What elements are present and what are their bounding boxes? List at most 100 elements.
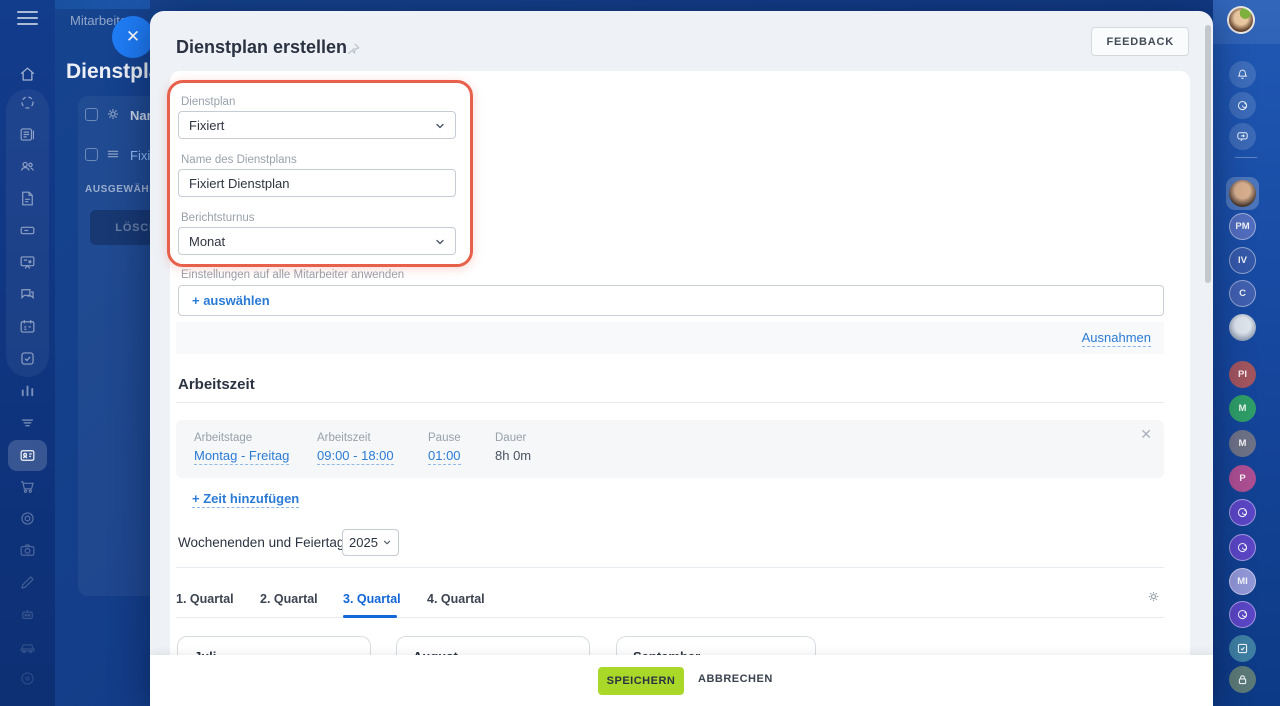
modal-content-card: Dienstplan Fixiert Name des Dienstplans … [167,71,1190,706]
arbeitstage-value[interactable]: Montag - Freitag [194,448,290,465]
name-des-dienstplans-input[interactable]: Fixiert Dienstplan [178,169,456,197]
save-button[interactable]: SPEICHERN [598,667,684,695]
top-bar [55,0,150,9]
status-circle-icon[interactable] [18,93,37,112]
chevron-down-icon [382,537,392,548]
app-screen: Mitarbeiter Dienstpläne Name Fixiert AUS… [0,0,1280,706]
schedule-table-panel [78,96,150,596]
chat-icon[interactable] [18,285,37,304]
contact-avatar[interactable]: C [1229,280,1256,307]
berichtsturnus-select-value: Monat [189,233,226,249]
app-spiral-icon[interactable] [1229,499,1256,526]
tab-quartal-4[interactable]: 4. Quartal [427,592,485,606]
arbeitszeit-value[interactable]: 09:00 - 18:00 [317,448,394,465]
tasks-icon[interactable] [18,349,37,368]
drag-handle-icon[interactable] [105,146,121,162]
news-feed-icon[interactable] [18,125,37,144]
bar-chart-icon[interactable] [18,381,37,400]
active-contact-highlight[interactable] [1226,177,1259,210]
hamburger-menu-icon[interactable] [17,11,38,25]
employee-choose-box[interactable]: + auswählen [178,285,1164,316]
contact-avatar[interactable]: MI [1229,568,1256,595]
remove-row-icon[interactable]: ✕ [1140,426,1152,443]
left-sidebar [0,0,55,706]
schedule-id-card-icon[interactable] [18,446,37,465]
table-row-fixiert[interactable]: Fixiert [130,148,150,163]
target-icon[interactable] [18,509,37,528]
dauer-value: 8h 0m [495,448,532,463]
col-label-pause: Pause [428,432,461,444]
team-icon[interactable] [18,157,37,176]
close-icon[interactable]: ✕ [112,16,154,58]
field-label-name: Name des Dienstplans [181,154,297,166]
user-avatar[interactable] [1227,6,1255,34]
contact-avatar[interactable]: P [1229,465,1256,492]
choose-button[interactable]: + auswählen [192,293,270,308]
tab-quartal-3[interactable]: 3. Quartal [343,592,401,606]
col-label-dauer: Dauer [495,432,527,444]
exceptions-band: Ausnahmen [176,322,1164,354]
home-icon[interactable] [18,65,37,84]
modal-footer: SPEICHERN ABBRECHEN [150,655,1213,706]
contact-avatar[interactable]: M [1229,395,1256,422]
divider [176,567,1164,568]
table-gear-icon[interactable] [105,106,121,122]
tab-quartal-2[interactable]: 2. Quartal [260,592,318,606]
add-time-link[interactable]: + Zeit hinzufügen [192,491,300,508]
pin-icon[interactable] [346,42,361,57]
modal-scrollbar [1205,23,1211,703]
tasks-app-icon[interactable] [1229,635,1256,662]
chevron-down-icon [434,236,446,248]
contact-avatar[interactable]: PM [1229,213,1256,240]
berichtsturnus-select[interactable]: Monat [178,227,456,255]
app-spiral-icon[interactable] [1229,601,1256,628]
worktime-row: Arbeitstage Montag - Freitag Arbeitszeit… [176,420,1164,478]
apps-spiral-icon[interactable] [1229,92,1256,119]
filter-icon[interactable] [18,413,37,432]
apply-to-all-label: Einstellungen auf alle Mitarbeiter anwen… [181,269,405,281]
app-spiral-icon[interactable] [1229,534,1256,561]
col-label-arbeitszeit: Arbeitszeit [317,432,371,444]
divider [176,402,1164,403]
camera-icon[interactable] [18,541,37,560]
weekends-label: Wochenenden und Feiertage [178,535,352,550]
cancel-button[interactable]: ABBRECHEN [698,673,773,685]
document-icon[interactable] [18,189,37,208]
pencil-icon[interactable] [18,573,37,592]
dienstplan-select[interactable]: Fixiert [178,111,456,139]
contact-avatar[interactable]: M [1229,430,1256,457]
scrollbar-thumb[interactable] [1205,25,1211,283]
sidebar-divider [1235,157,1257,158]
car-icon[interactable] [18,637,37,656]
contact-avatar-photo[interactable] [1229,180,1256,207]
contact-avatar[interactable]: PI [1229,361,1256,388]
exceptions-link[interactable]: Ausnahmen [1081,330,1151,347]
right-sidebar: PM IV C PI M M P MI [1213,0,1280,706]
contact-avatar-cat-photo[interactable] [1229,314,1256,341]
name-input-value: Fixiert Dienstplan [189,175,290,191]
chevron-down-icon [434,120,446,132]
messenger-icon[interactable] [1229,123,1256,150]
feedback-button[interactable]: FEEDBACK [1091,27,1189,56]
tab-quartal-1[interactable]: 1. Quartal [176,592,234,606]
inbox-tray-icon[interactable] [18,221,37,240]
tabs-divider [176,617,1164,618]
dienstplan-select-value: Fixiert [189,117,225,133]
delete-button[interactable]: LÖSCHEN [90,210,150,245]
lock-icon[interactable] [1229,666,1256,693]
notifications-bell-icon[interactable] [1229,61,1256,88]
disc-icon[interactable] [18,669,37,688]
pause-value[interactable]: 01:00 [428,448,461,465]
presentation-icon[interactable] [18,253,37,272]
tabs-gear-icon[interactable] [1146,589,1161,604]
calendar-icon[interactable] [18,317,37,336]
select-all-checkbox[interactable] [85,108,98,121]
contact-avatar[interactable]: IV [1229,247,1256,274]
background-page: Mitarbeiter Dienstpläne Name Fixiert AUS… [55,0,150,706]
year-select[interactable]: 2025 [342,529,399,556]
row-checkbox[interactable] [85,148,98,161]
active-tab-underline [343,615,397,618]
cart-icon[interactable] [18,477,37,496]
bot-icon[interactable] [18,605,37,624]
field-label-dienstplan: Dienstplan [181,96,236,108]
